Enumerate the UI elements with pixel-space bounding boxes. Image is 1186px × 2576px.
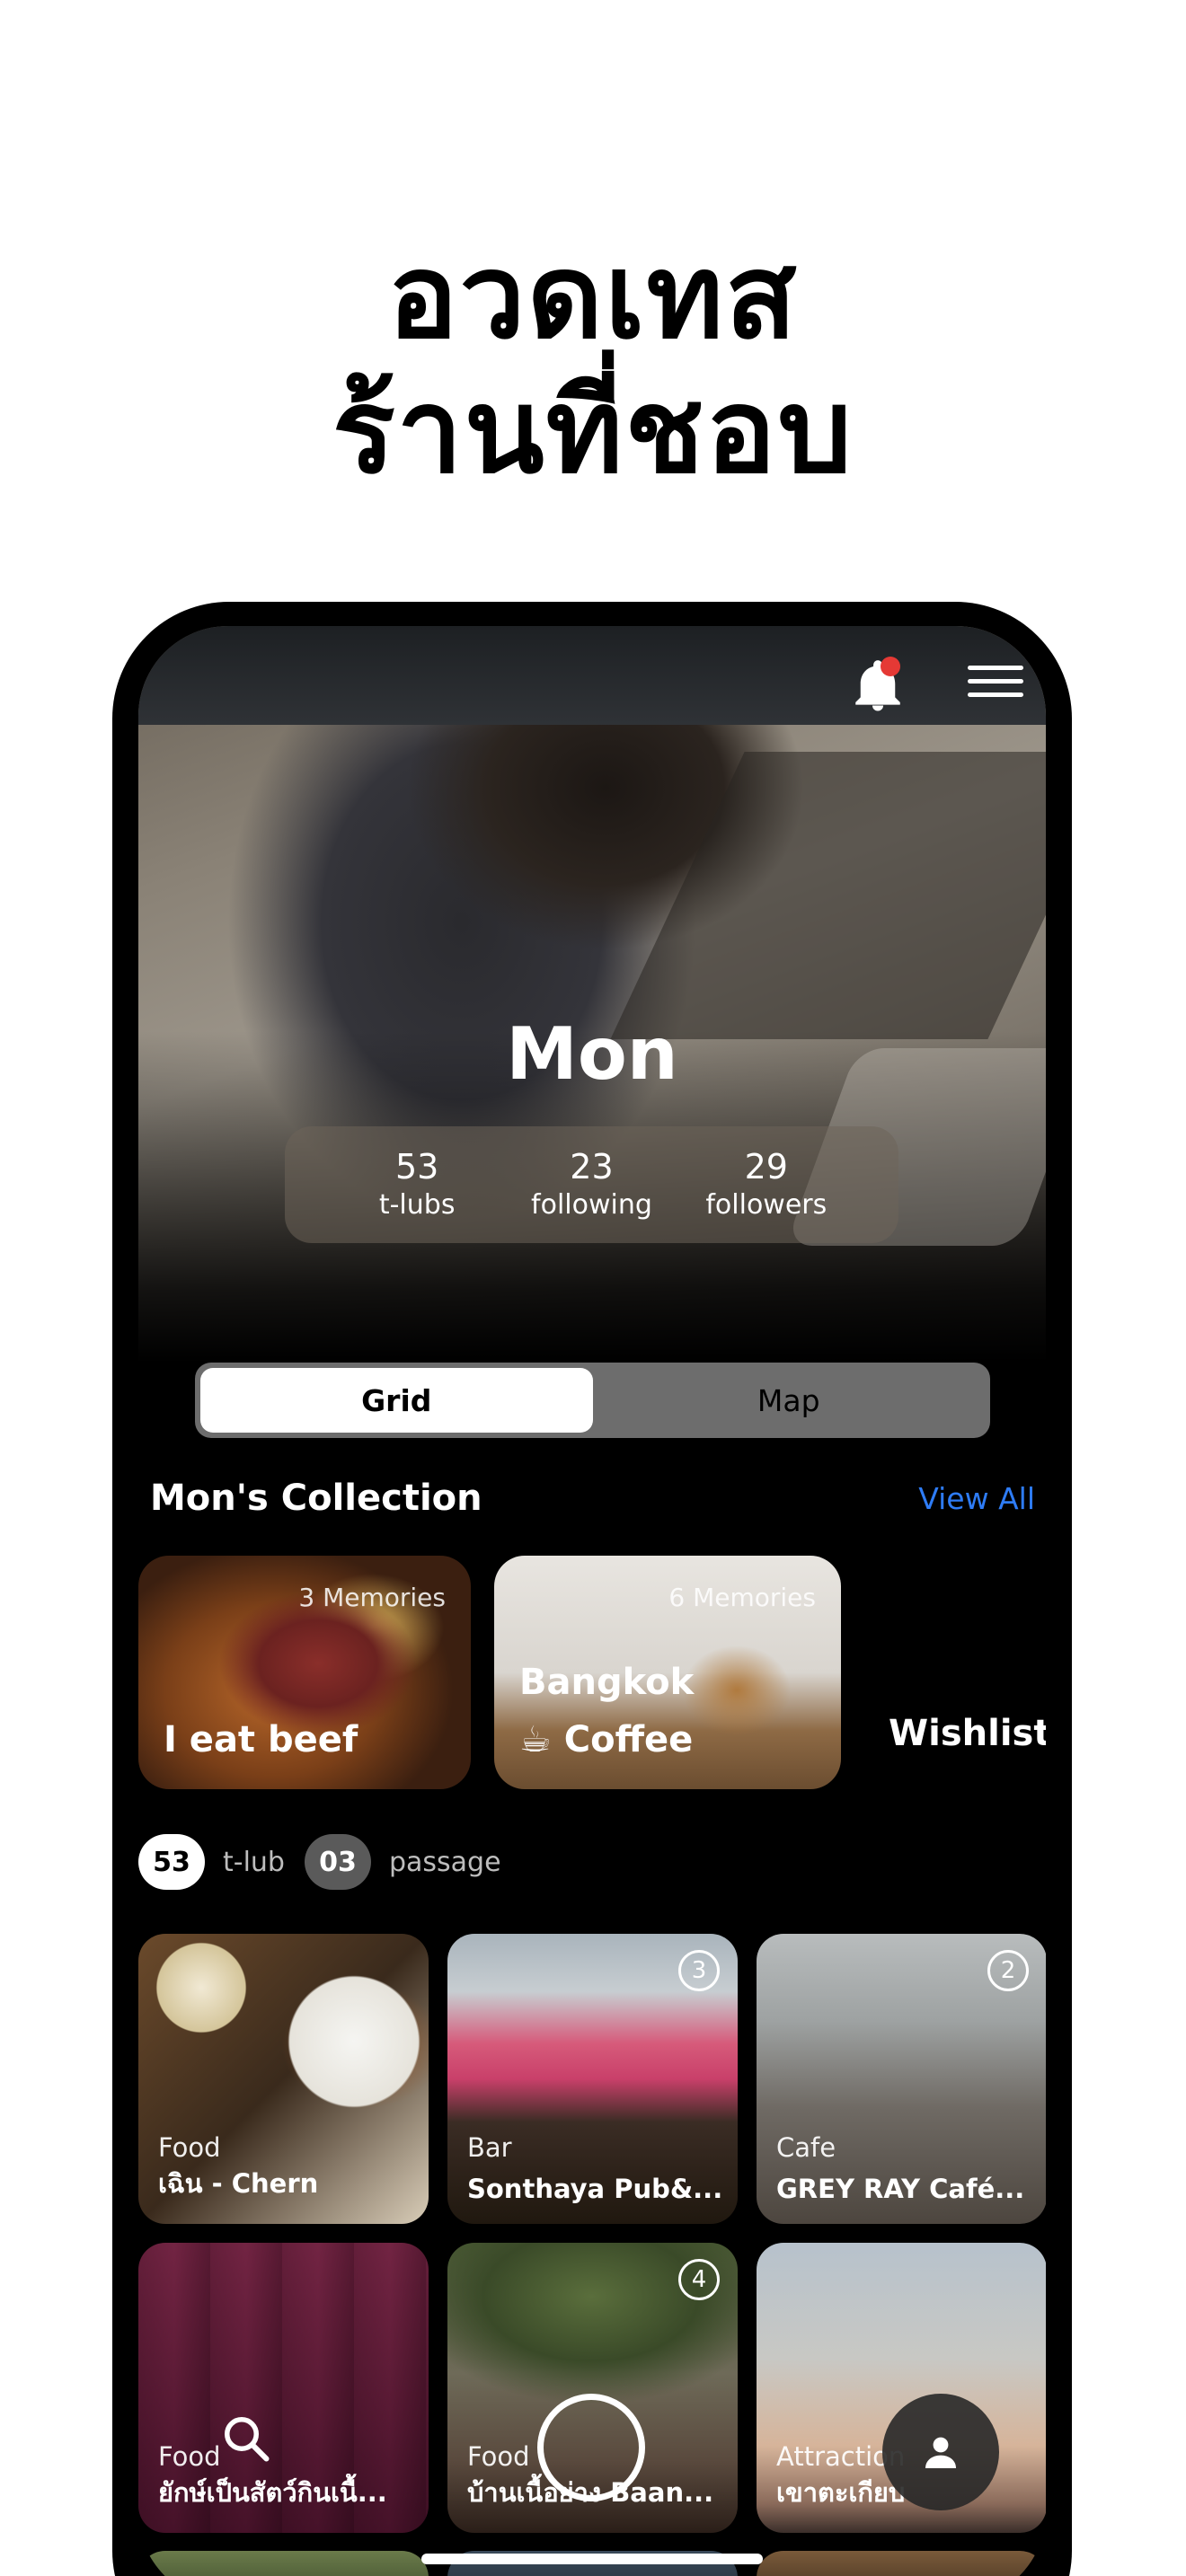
stat-label: following (531, 1189, 652, 1221)
place-tile[interactable]: Food ยักษ์เป็นสัตว์กินเนื้... (138, 2243, 429, 2533)
notification-dot (881, 657, 900, 676)
search-icon[interactable] (219, 2412, 273, 2466)
hero-background-wall (138, 626, 1046, 725)
wishlist-link[interactable]: Wishlist (889, 1713, 1046, 1754)
memory-count-badge: 2 (987, 1950, 1029, 1991)
collection-label: ☕ Coffee (519, 1719, 694, 1760)
tlub-count-badge[interactable]: 53 (138, 1834, 205, 1890)
place-name: GREY RAY Café... (776, 2174, 1025, 2204)
stat-value: 53 (394, 1147, 439, 1187)
content-counters: 53 t-lub 03 passage (138, 1834, 521, 1890)
place-category: Cafe (776, 2132, 836, 2163)
memory-count-badge: 4 (678, 2259, 720, 2300)
collection-memories-count: 6 Memories (668, 1583, 816, 1612)
place-tile-partial[interactable] (138, 2551, 429, 2576)
phone-screen: Mon 53 t-lubs 23 following 29 followers … (138, 626, 1046, 2576)
place-name: ยักษ์เป็นสัตว์กินเนื้... (158, 2477, 387, 2508)
stat-label: followers (705, 1189, 828, 1221)
place-category: Food (158, 2132, 221, 2163)
stat-following[interactable]: 23 following (510, 1146, 672, 1223)
passage-label: passage (388, 1846, 501, 1878)
stat-label: t-lubs (378, 1189, 456, 1221)
person-icon (925, 2437, 956, 2468)
profile-stats-panel: 53 t-lubs 23 following 29 followers (285, 1126, 898, 1243)
stat-tlubs[interactable]: 53 t-lubs (336, 1146, 498, 1223)
profile-button[interactable] (882, 2394, 999, 2510)
place-name: เฉิน - Chern (158, 2168, 319, 2199)
profile-name: Mon (506, 1012, 678, 1096)
passage-count-badge[interactable]: 03 (304, 1834, 371, 1890)
headline-line-2: ร้านที่ชอบ (332, 363, 854, 499)
memory-count-badge: 3 (678, 1950, 720, 1991)
tlub-label: t-lub (223, 1846, 285, 1878)
place-tile[interactable]: 3 Bar Sonthaya Pub&... (447, 1934, 738, 2224)
collection-title: Mon's Collection (150, 1478, 482, 1519)
segment-map[interactable]: Map (593, 1368, 986, 1433)
collection-sublabel: Bangkok (519, 1662, 695, 1703)
hamburger-menu-icon[interactable] (968, 666, 1023, 701)
place-name: Sonthaya Pub&... (467, 2174, 723, 2204)
place-tile-partial[interactable] (757, 2551, 1046, 2576)
place-category: Bar (467, 2132, 512, 2163)
profile-hero-photo (138, 626, 1046, 1363)
view-all-link[interactable]: View All (918, 1481, 1035, 1516)
collection-card-coffee[interactable]: 6 Memories Bangkok ☕ Coffee (494, 1556, 841, 1789)
place-category: Food (158, 2441, 221, 2472)
view-mode-segmented-control: Grid Map (195, 1363, 990, 1438)
place-tile[interactable]: 2 Cafe GREY RAY Café... (757, 1934, 1046, 2224)
collection-memories-count: 3 Memories (298, 1583, 446, 1612)
stat-followers[interactable]: 29 followers (686, 1146, 847, 1223)
hero-shadow (610, 752, 1046, 1039)
segment-grid[interactable]: Grid (200, 1368, 593, 1433)
capture-circle-icon[interactable] (537, 2394, 645, 2501)
stat-value: 23 (570, 1147, 614, 1187)
place-category: Food (467, 2441, 530, 2472)
headline-line-1: อวดเทส (387, 228, 799, 365)
collection-label: I eat beef (164, 1719, 358, 1760)
stat-value: 29 (744, 1147, 788, 1187)
place-tile[interactable]: Food เฉิน - Chern (138, 1934, 429, 2224)
headline: อวดเทส ร้านที่ชอบ (0, 229, 1186, 498)
home-indicator (421, 2554, 763, 2564)
collection-card-beef[interactable]: 3 Memories I eat beef (138, 1556, 471, 1789)
